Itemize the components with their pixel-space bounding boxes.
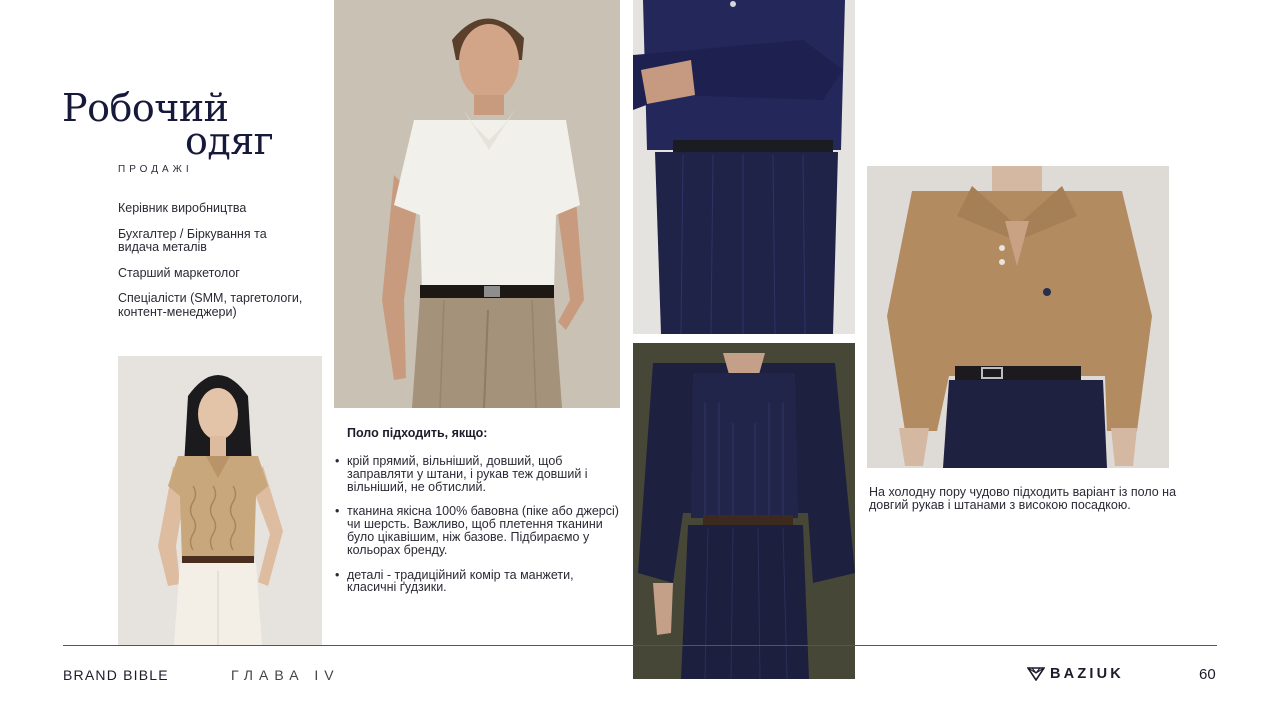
list-item-text: крій прямий, вільніший, довший, щоб запр… (347, 454, 588, 494)
photo-man-white-polo (334, 0, 620, 408)
bullet-icon: • (335, 567, 340, 582)
role-item: Старший маркетолог (118, 265, 240, 280)
photo-navy-knit-set (633, 343, 855, 679)
list-item-text: деталі - традиційний комір та манжети, к… (347, 567, 574, 595)
footer-brand-bible: BRAND BIBLE (63, 667, 169, 683)
role-item: Керівник виробництва (118, 201, 247, 215)
photo-woman-cable-knit-polo (118, 356, 322, 645)
cold-season-caption: На холодну пору чудово підходить варіант… (869, 485, 1177, 512)
polo-heading: Поло підходить, якщо: (347, 426, 488, 440)
role-item: Бухгалтер / Біркування та видача металів (118, 226, 267, 254)
diamond-logo-icon (1027, 667, 1045, 681)
list-item: • крій прямий, вільніший, довший, щоб за… (334, 455, 620, 493)
roles-list: Керівник виробництва Бухгалтер / Біркува… (118, 201, 308, 331)
photo-camel-polo-sweater (867, 166, 1169, 468)
footer-chapter: ГЛАВА IV (231, 667, 340, 683)
page-number: 60 (1199, 666, 1216, 683)
list-item: • тканина якісна 100% бавовна (піке або … (334, 505, 620, 556)
brand-logo: BAZIUK (1027, 666, 1124, 682)
list-item-text: тканина якісна 100% бавовна (піке або дж… (347, 504, 619, 557)
role-item: Спеціалісти (SMM, таргетологи, контент-м… (118, 291, 303, 319)
section-subtitle: ПРОДАЖІ (118, 164, 193, 175)
logo-text: BAZIUK (1050, 666, 1124, 682)
footer-divider (63, 645, 1217, 646)
polo-criteria-list: • крій прямий, вільніший, довший, щоб за… (334, 455, 620, 606)
page-title-line-2: одяг (185, 119, 274, 163)
bullet-icon: • (335, 454, 340, 468)
photo-navy-longsleeve-polo (633, 0, 855, 334)
bullet-icon: • (335, 504, 340, 519)
list-item: • деталі - традиційний комір та манжети,… (334, 567, 620, 595)
